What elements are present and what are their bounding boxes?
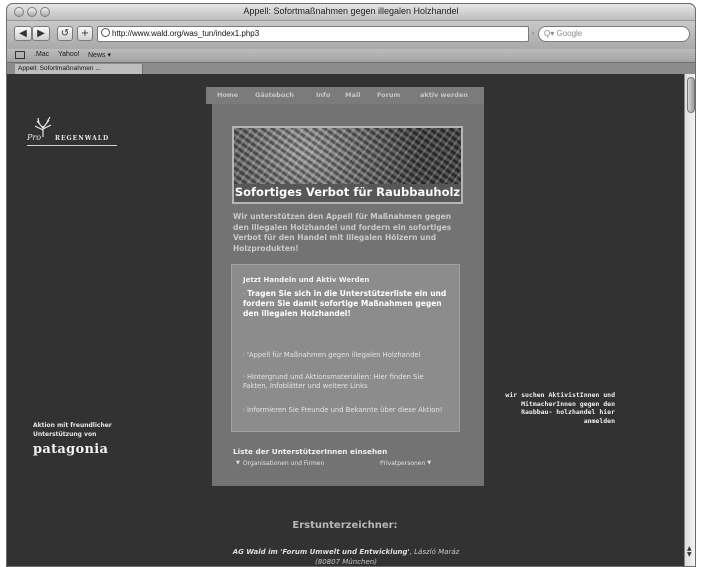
triangle-down-icon: ▼ <box>427 460 432 466</box>
search-field[interactable]: Q▾ Google <box>538 26 690 42</box>
logo-underline <box>27 145 117 146</box>
signatory-entry: AG Wald im 'Forum Umwelt und Entwicklung… <box>167 547 525 566</box>
bookmark-news[interactable]: News ▾ <box>88 51 111 59</box>
nav-gaestebuch[interactable]: Gästebuch <box>255 91 294 99</box>
back-icon: ◀ <box>19 28 27 39</box>
globe-icon <box>101 28 110 37</box>
nav-info[interactable]: Info <box>316 91 330 99</box>
bookmarks-book-icon[interactable] <box>15 51 25 59</box>
signatory-org: AG Wald im 'Forum Umwelt und Entwicklung… <box>232 548 410 556</box>
supporter-list-section: Liste der UnterstützerInnen einsehen ▼ Or… <box>212 104 484 486</box>
private-persons-link[interactable]: Privatpersonen ▼ <box>380 460 434 467</box>
activists-signup-link[interactable]: wir suchen AktivistInnen und MitmacherIn… <box>505 391 615 426</box>
triangle-down-icon: ▼ <box>236 460 240 466</box>
nav-mail[interactable]: Mail <box>345 91 360 99</box>
forward-icon: ▶ <box>37 28 45 39</box>
logo-regenwald-text: REGENWALD <box>55 135 110 142</box>
bookmarks-bar: .Mac Yahoo! News ▾ <box>7 49 695 62</box>
vertical-scrollbar[interactable]: ▲ ▼ <box>684 74 695 566</box>
site-nav: Home Gästebuch Info Mail Forum aktiv wer… <box>206 87 484 104</box>
reload-icon: ↺ <box>60 28 70 39</box>
nav-aktiv-werden[interactable]: aktiv werden <box>420 91 468 99</box>
title-bar: Appell: Sofortmaßnahmen gegen illegalen … <box>7 4 695 21</box>
forward-button[interactable]: ▶ <box>32 26 50 41</box>
signatory-person: , László Maráz <box>409 548 460 556</box>
search-placeholder: Q▾ Google <box>544 29 583 38</box>
rss-icon[interactable]: ◦ <box>531 30 535 38</box>
nav-forum[interactable]: Forum <box>377 91 400 99</box>
bookmark-mac[interactable]: .Mac <box>34 51 49 58</box>
browser-window: Appell: Sofortmaßnahmen gegen illegalen … <box>6 3 696 567</box>
url-text: http://www.wald.org/was_tun/index1.php3 <box>112 29 260 38</box>
page-content: Pro REGENWALD Aktion mit freundlicher Un… <box>7 74 684 566</box>
nav-home[interactable]: Home <box>217 91 238 99</box>
tab-strip: Appell: Sofortmaßnahmen ... <box>7 62 695 75</box>
add-bookmark-button[interactable]: + <box>77 26 93 41</box>
back-button[interactable]: ◀ <box>14 26 32 41</box>
window-title: Appell: Sofortmaßnahmen gegen illegalen … <box>243 6 459 16</box>
address-bar[interactable]: http://www.wald.org/was_tun/index1.php3 <box>97 26 529 42</box>
signatory-place: (80807 München) <box>315 558 377 566</box>
plus-icon: + <box>80 28 90 39</box>
private-persons-link-text: Privatpersonen <box>380 460 426 467</box>
sponsor-text: Aktion mit freundlicher Unterstützung vo… <box>33 422 112 438</box>
patagonia-logo[interactable]: patagonia <box>33 442 108 457</box>
pro-regenwald-logo[interactable]: Pro REGENWALD <box>27 117 117 149</box>
scrollbar-thumb[interactable] <box>687 77 695 113</box>
organisations-link[interactable]: ▼ Organisationen und Firmen <box>236 460 324 467</box>
scroll-arrows-icon[interactable]: ▲ ▼ <box>687 546 692 558</box>
toolbar: ◀ ▶ ↺ + http://www.wald.org/was_tun/inde… <box>7 21 695 49</box>
bookmark-yahoo[interactable]: Yahoo! <box>58 51 80 58</box>
reload-button[interactable]: ↺ <box>57 26 73 41</box>
logo-pro-text: Pro <box>27 133 42 142</box>
signatories-heading: Erstunterzeichner: <box>292 520 398 531</box>
organisations-link-text: Organisationen und Firmen <box>242 460 325 467</box>
supporter-list-heading[interactable]: Liste der UnterstützerInnen einsehen <box>233 447 387 456</box>
